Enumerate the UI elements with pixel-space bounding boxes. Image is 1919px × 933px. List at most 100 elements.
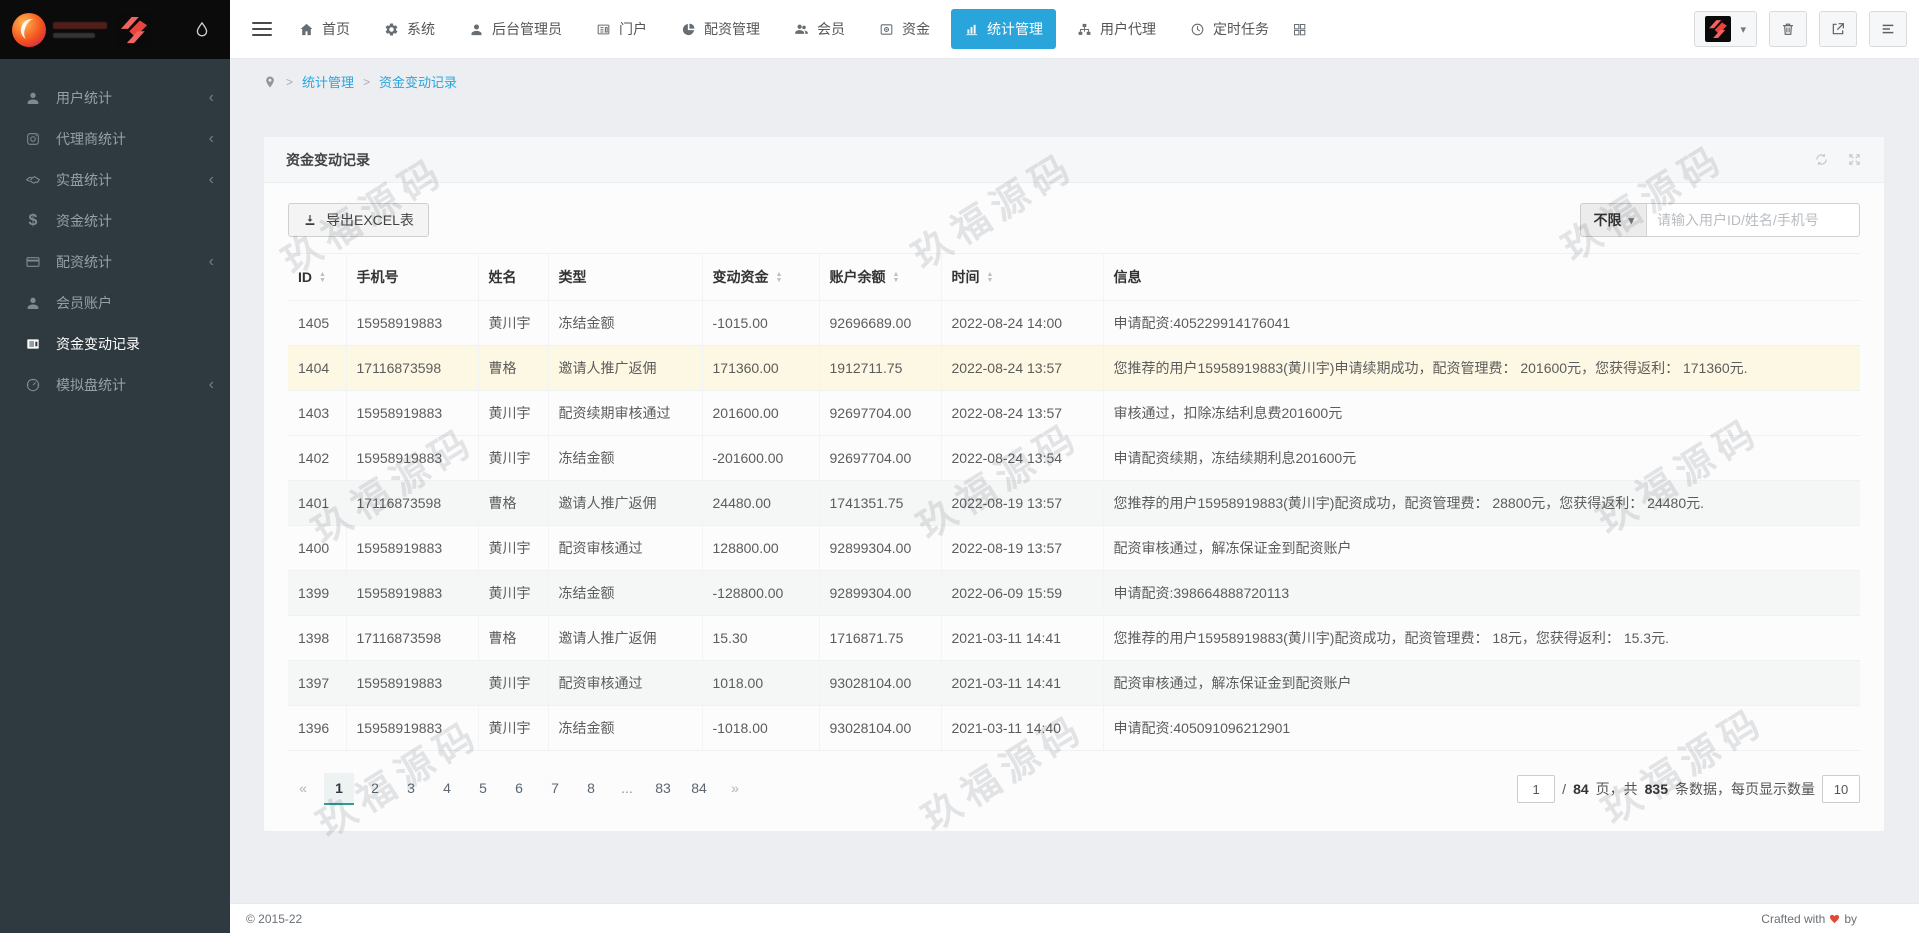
column-label: 时间 — [952, 269, 980, 285]
column-header-balance[interactable]: 账户余额▲▼ — [819, 254, 941, 301]
page-5[interactable]: 5 — [468, 773, 498, 805]
trash-button[interactable] — [1769, 11, 1807, 47]
search-input[interactable] — [1646, 203, 1860, 237]
column-header-id[interactable]: ID▲▼ — [288, 254, 346, 301]
cell-name: 黄川宇 — [478, 571, 548, 616]
sidebar-item-agency-stats[interactable]: 代理商统计‹ — [0, 118, 230, 159]
cell-info: 您推荐的用户15958919883(黄川宇)申请续期成功，配资管理费： 2016… — [1103, 346, 1860, 391]
sort-icon: ▲▼ — [319, 272, 326, 284]
cell-phone: 15958919883 — [346, 526, 478, 571]
expand-icon[interactable] — [1847, 152, 1862, 167]
cell-name: 曹格 — [478, 346, 548, 391]
user-menu-button[interactable]: ▾ — [1694, 11, 1757, 47]
cell-phone: 15958919883 — [346, 391, 478, 436]
filter-dropdown[interactable]: 不限 ▾ — [1580, 203, 1646, 237]
download-icon — [303, 213, 317, 227]
cell-id: 1402 — [288, 436, 346, 481]
nav-item-statistics[interactable]: 统计管理 — [951, 9, 1056, 49]
cell-id: 1404 — [288, 346, 346, 391]
sort-icon: ▲▼ — [893, 272, 900, 284]
page-3[interactable]: 3 — [396, 773, 426, 805]
cell-balance: 92697704.00 — [819, 436, 941, 481]
cell-name: 黄川宇 — [478, 391, 548, 436]
refresh-icon[interactable] — [1814, 152, 1829, 167]
external-link-button[interactable] — [1819, 11, 1857, 47]
column-label: 手机号 — [357, 269, 399, 285]
cell-id: 1396 — [288, 706, 346, 751]
page-83[interactable]: 83 — [648, 773, 678, 805]
sidebar-item-fund-stats[interactable]: $资金统计 — [0, 200, 230, 241]
table-row: 139615958919883黄川宇冻结金额-1018.0093028104.0… — [288, 706, 1860, 751]
nav-item-admin[interactable]: 后台管理员 — [456, 9, 575, 49]
app-logo[interactable] — [0, 0, 230, 59]
cell-time: 2022-06-09 15:59 — [941, 571, 1103, 616]
cell-amount: 201600.00 — [702, 391, 819, 436]
nav-item-system[interactable]: 系统 — [371, 9, 448, 49]
sidebar: 用户统计‹代理商统计‹实盘统计‹$资金统计配资统计‹会员账户资金变动记录模拟盘统… — [0, 0, 230, 933]
cell-name: 黄川宇 — [478, 706, 548, 751]
sidebar-item-fund-change-record[interactable]: 资金变动记录 — [0, 323, 230, 364]
page-84[interactable]: 84 — [684, 773, 714, 805]
page-2[interactable]: 2 — [360, 773, 390, 805]
column-header-phone: 手机号 — [346, 254, 478, 301]
panel-title: 资金变动记录 — [286, 150, 370, 170]
export-excel-button[interactable]: 导出EXCEL表 — [288, 203, 429, 237]
column-label: 姓名 — [489, 269, 517, 285]
sidebar-item-member-account[interactable]: 会员账户 — [0, 282, 230, 323]
sidebar-item-real-stats[interactable]: 实盘统计‹ — [0, 159, 230, 200]
page-4[interactable]: 4 — [432, 773, 462, 805]
page-size-input[interactable] — [1822, 775, 1860, 803]
pie-icon — [681, 22, 696, 37]
cell-type: 冻结金额 — [548, 706, 702, 751]
copyright: © 2015-22 — [246, 912, 302, 926]
chevron-left-icon: ‹ — [209, 376, 214, 394]
cell-type: 配资审核通过 — [548, 526, 702, 571]
cell-time: 2021-03-11 14:41 — [941, 616, 1103, 661]
records-suffix: 条数据，每页显示数量 — [1675, 779, 1815, 799]
nav-item-label: 用户代理 — [1100, 19, 1156, 39]
cell-type: 配资续期审核通过 — [548, 391, 702, 436]
pagination-row: «12345678...8384» / 84 页，共 835 条数据，每页显示数… — [264, 751, 1884, 831]
apps-grid-icon[interactable] — [1282, 12, 1317, 47]
nav-item-funds[interactable]: 资金 — [866, 9, 943, 49]
cell-id: 1401 — [288, 481, 346, 526]
page-jump-input[interactable] — [1517, 775, 1555, 803]
nav-item-portal[interactable]: 门户 — [583, 9, 660, 49]
breadcrumb-link-stats[interactable]: 统计管理 — [302, 72, 354, 91]
sidebar-toggle-icon[interactable] — [252, 22, 272, 36]
person-icon — [24, 295, 42, 311]
cell-amount: 171360.00 — [702, 346, 819, 391]
sort-icon: ▲▼ — [987, 272, 994, 284]
page-prev[interactable]: « — [288, 773, 318, 805]
water-drop-icon — [192, 20, 212, 40]
sidebar-item-allocation-stats[interactable]: 配资统计‹ — [0, 241, 230, 282]
page-6[interactable]: 6 — [504, 773, 534, 805]
table-row: 140417116873598曹格邀请人推广返佣171360.001912711… — [288, 346, 1860, 391]
cell-amount: 15.30 — [702, 616, 819, 661]
cell-type: 冻结金额 — [548, 436, 702, 481]
page-8[interactable]: 8 — [576, 773, 606, 805]
page-next[interactable]: » — [720, 773, 750, 805]
nav-item-label: 首页 — [322, 19, 350, 39]
cell-info: 您推荐的用户15958919883(黄川宇)配资成功，配资管理费： 18元，您获… — [1103, 616, 1860, 661]
column-header-amount[interactable]: 变动资金▲▼ — [702, 254, 819, 301]
cell-amount: 24480.00 — [702, 481, 819, 526]
sidebar-item-user-stats[interactable]: 用户统计‹ — [0, 77, 230, 118]
nav-item-allocation[interactable]: 配资管理 — [668, 9, 773, 49]
cell-id: 1405 — [288, 301, 346, 346]
nav-item-schedule[interactable]: 定时任务 — [1177, 9, 1282, 49]
cell-type: 邀请人推广返佣 — [548, 481, 702, 526]
nav-item-member[interactable]: 会员 — [781, 9, 858, 49]
nav-item-home[interactable]: 首页 — [286, 9, 363, 49]
column-header-time[interactable]: 时间 ▲▼ — [941, 254, 1103, 301]
nav-item-agent[interactable]: 用户代理 — [1064, 9, 1169, 49]
page-1[interactable]: 1 — [324, 773, 354, 805]
chevron-left-icon: ‹ — [209, 89, 214, 107]
control-sidebar-button[interactable] — [1869, 11, 1907, 47]
cell-name: 黄川宇 — [478, 301, 548, 346]
sidebar-item-simulation-stats[interactable]: 模拟盘统计‹ — [0, 364, 230, 405]
page-7[interactable]: 7 — [540, 773, 570, 805]
footer-credit: Crafted with by — [1761, 912, 1857, 926]
cell-time: 2022-08-19 13:57 — [941, 481, 1103, 526]
breadcrumb-link-fund-record[interactable]: 资金变动记录 — [379, 72, 457, 91]
